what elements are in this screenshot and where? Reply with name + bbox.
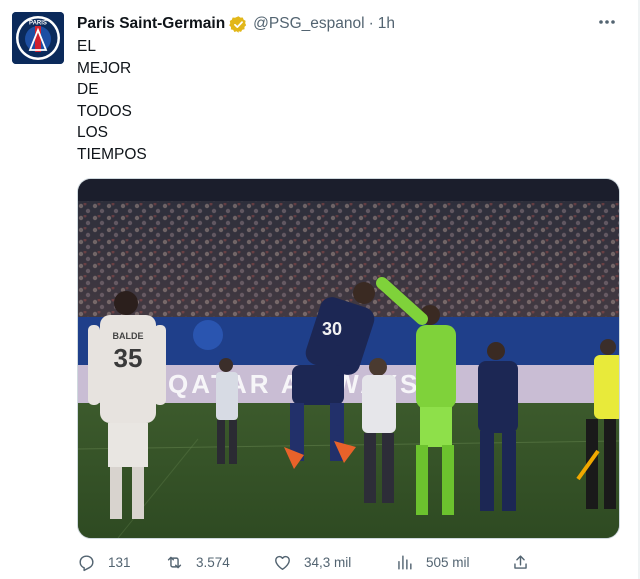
player-back-name: BALDE	[113, 331, 144, 341]
player-back-number: 35	[114, 343, 143, 373]
retweet-button[interactable]: 3.574	[165, 549, 230, 575]
like-count: 34,3 mil	[304, 554, 352, 570]
football-celebration-photo: QATAR AIRWAYS BALDE 35	[78, 179, 619, 538]
tweet-text: EL MEJOR DE TODOS LOS TIEMPOS	[77, 36, 147, 165]
reply-count: 131	[108, 554, 131, 570]
tweet-text-line: TODOS	[77, 102, 132, 120]
like-button[interactable]: 34,3 mil	[273, 549, 351, 575]
tweet-text-line: MEJOR	[77, 59, 132, 77]
tweet-photo[interactable]: QATAR AIRWAYS BALDE 35	[77, 178, 620, 539]
views-chart-icon	[398, 554, 412, 570]
psg-logo-icon: PARIS	[12, 12, 64, 64]
handle[interactable]: @PSG_espanol	[253, 15, 364, 33]
retweet-count: 3.574	[196, 554, 230, 570]
tweet-text-line: EL	[77, 38, 96, 55]
reply-button[interactable]: 131	[77, 549, 131, 575]
views-count: 505 mil	[426, 554, 470, 570]
views-button[interactable]: 505 mil	[395, 549, 470, 575]
share-icon	[514, 554, 527, 569]
tweet-header: Paris Saint-Germain @PSG_espanol · 1h	[77, 13, 395, 35]
tweet-actions: 131 3.574 34,3 mil 505 mil	[77, 549, 617, 575]
share-button[interactable]	[511, 549, 530, 575]
heart-icon	[275, 555, 290, 570]
tweet-text-line: TIEMPOS	[77, 145, 147, 163]
player-front-number: 30	[322, 319, 342, 339]
display-name[interactable]: Paris Saint-Germain	[77, 15, 225, 33]
tweet-text-line: DE	[77, 81, 99, 98]
avatar-text: PARIS	[29, 21, 47, 27]
separator-dot: ·	[368, 15, 374, 32]
avatar[interactable]: PARIS	[12, 12, 64, 64]
tweet-text-line: LOS	[77, 124, 109, 141]
retweet-icon	[167, 556, 182, 568]
timestamp[interactable]: 1h	[378, 15, 395, 33]
reply-icon	[79, 554, 94, 571]
tweet[interactable]: PARIS Paris Saint-Germain @PSG_espanol ·…	[0, 0, 640, 579]
more-horizontal-icon	[599, 20, 615, 24]
more-options-button[interactable]	[596, 12, 618, 32]
verified-badge-icon[interactable]	[229, 15, 248, 34]
